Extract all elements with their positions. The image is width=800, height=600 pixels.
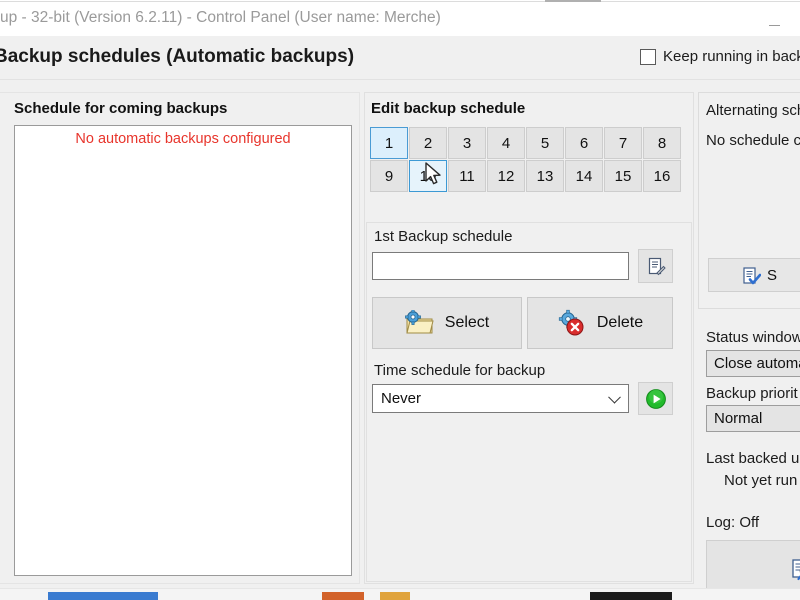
taskbar-item-4[interactable] (590, 592, 672, 600)
status-window-value: Close automa (714, 355, 800, 372)
schedule-number-12[interactable]: 12 (487, 160, 525, 192)
backup-priority-value: Normal (714, 410, 763, 427)
schedule-number-16[interactable]: 16 (643, 160, 681, 192)
taskbar-item-2[interactable] (322, 592, 364, 600)
backup-priority-select[interactable]: Normal (706, 405, 800, 432)
taskbar-item-3[interactable] (380, 592, 410, 600)
schedule-number-15[interactable]: 15 (604, 160, 642, 192)
backup-priority-label: Backup priorit (706, 385, 798, 402)
last-backed-up-value: Not yet run (724, 472, 798, 489)
schedule-number-14[interactable]: 14 (565, 160, 603, 192)
backup-schedule-label: 1st Backup schedule (374, 228, 513, 245)
schedule-number-3[interactable]: 3 (448, 127, 486, 159)
coming-backups-label: Schedule for coming backups (14, 100, 228, 117)
schedule-number-8[interactable]: 8 (643, 127, 681, 159)
last-backed-up-label: Last backed u (706, 450, 800, 467)
keep-running-label: Keep running in back (663, 48, 800, 65)
checkbox-box[interactable] (640, 48, 656, 65)
edit-schedule-label: Edit backup schedule (371, 100, 526, 117)
time-schedule-value: Never (381, 390, 422, 407)
schedule-number-9[interactable]: 9 (370, 160, 408, 192)
document-edit-icon (648, 257, 666, 276)
time-schedule-select[interactable]: Never (372, 384, 629, 413)
gear-delete-icon (558, 309, 584, 336)
delete-button-label: Delete (596, 314, 644, 331)
schedule-number-6[interactable]: 6 (565, 127, 603, 159)
schedule-number-grid: 1 2 3 4 5 6 7 8 9 10 11 12 13 14 15 16 (370, 127, 681, 192)
alternating-no-schedule-message: No schedule c (706, 132, 800, 149)
log-status-label: Log: Off (706, 514, 760, 531)
alternating-schedule-button-label: S (767, 266, 778, 284)
page-header: Backup schedules (Automatic backups) Kee… (0, 36, 800, 80)
schedule-number-10[interactable]: 10 (409, 160, 447, 192)
keep-running-checkbox[interactable]: Keep running in back (640, 48, 800, 65)
minimize-button[interactable] (752, 5, 796, 35)
time-schedule-label: Time schedule for backup (374, 362, 546, 379)
coming-backups-list[interactable]: No automatic backups configured (14, 125, 352, 576)
document-search-icon (792, 559, 800, 581)
status-window-label: Status window (706, 329, 800, 346)
window-title: up - 32-bit (Version 6.2.11) - Control P… (0, 9, 441, 26)
alternating-schedules-label: Alternating sch (706, 102, 800, 119)
select-button[interactable]: Select (372, 297, 522, 349)
run-now-button[interactable] (638, 382, 673, 415)
window-top-edge-line (0, 1, 800, 2)
window-top-edge-segment (545, 0, 601, 2)
schedule-number-11[interactable]: 11 (448, 160, 486, 192)
schedule-number-4[interactable]: 4 (487, 127, 525, 159)
status-window-select[interactable]: Close automa (706, 350, 800, 377)
chevron-down-icon (608, 390, 621, 404)
title-bar: up - 32-bit (Version 6.2.11) - Control P… (0, 3, 800, 36)
page-title: Backup schedules (Automatic backups) (0, 46, 355, 67)
minimize-icon (768, 24, 780, 26)
document-check-icon (743, 267, 761, 285)
folder-gear-icon (404, 310, 434, 334)
delete-button[interactable]: Delete (527, 297, 673, 349)
schedule-number-7[interactable]: 7 (604, 127, 642, 159)
document-edit-icon-button[interactable] (638, 249, 673, 283)
alternating-schedule-button[interactable]: S (708, 258, 800, 292)
control-panel-window: up - 32-bit (Version 6.2.11) - Control P… (0, 0, 800, 600)
schedule-number-13[interactable]: 13 (526, 160, 564, 192)
schedule-number-2[interactable]: 2 (409, 127, 447, 159)
play-green-icon (645, 388, 666, 409)
backup-schedule-input[interactable] (372, 252, 629, 280)
schedule-number-1[interactable]: 1 (370, 127, 408, 159)
taskbar-item-1[interactable] (48, 592, 158, 600)
select-button-label: Select (444, 314, 490, 331)
no-backups-message: No automatic backups configured (75, 131, 291, 147)
schedule-number-5[interactable]: 5 (526, 127, 564, 159)
